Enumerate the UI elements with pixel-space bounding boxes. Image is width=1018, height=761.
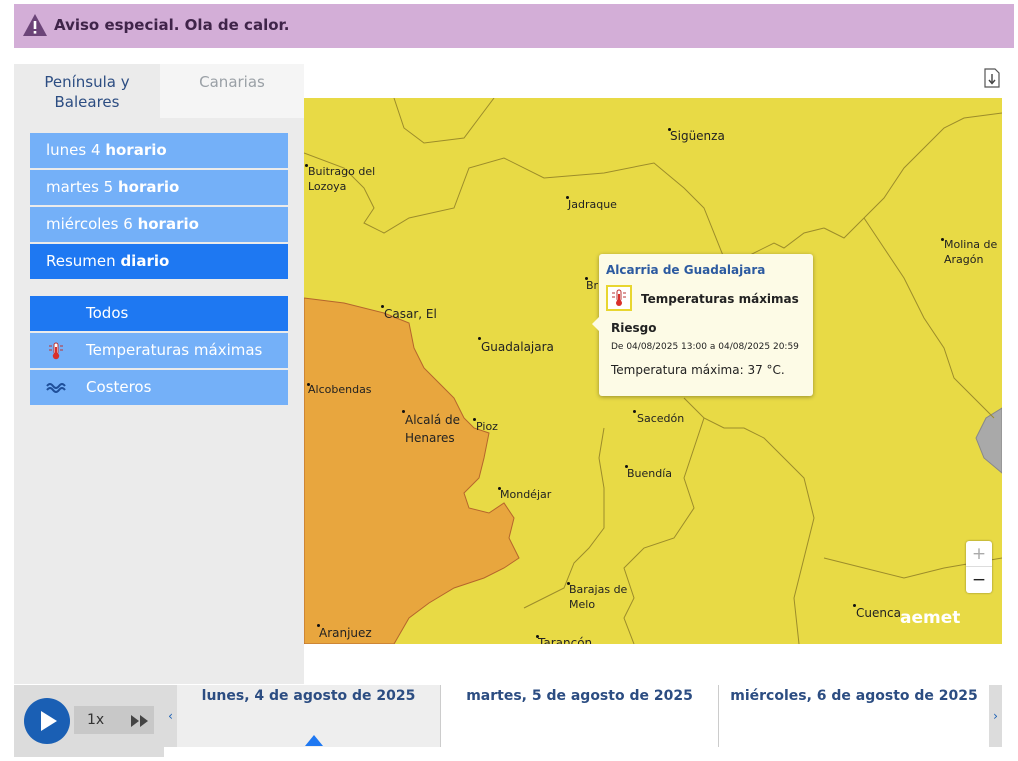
sidebar: Península y Baleares Canarias lunes 4 ho…	[14, 64, 304, 684]
town-cuenca: Cuenca	[856, 606, 901, 620]
town-tarancon: Tarancón	[538, 636, 593, 644]
filter-coastal-button[interactable]: Costeros	[30, 370, 288, 405]
town-sacedon: Sacedón	[637, 412, 685, 425]
tab-peninsula-baleares[interactable]: Península y Baleares	[14, 64, 160, 118]
town-alcala-line2: Henares	[405, 431, 455, 445]
special-warning-banner: Aviso especial. Ola de calor.	[14, 4, 1014, 48]
town-mondejar: Mondéjar	[500, 488, 552, 501]
filter-label: Todos	[86, 304, 129, 322]
period-monday-hourly-button[interactable]: lunes 4 horario	[30, 133, 288, 168]
zoom-out-button[interactable]: −	[966, 567, 992, 593]
town-aranjuez: Aranjuez	[319, 626, 372, 640]
warning-popup: Alcarria de Guadalajara Temperaturas máx…	[592, 254, 813, 396]
tab-label: Canarias	[199, 73, 265, 91]
timeline-day-wednesday[interactable]: miércoles, 6 de agosto de 2025	[719, 685, 989, 747]
zoom-in-button[interactable]: +	[966, 541, 992, 567]
warnings-map[interactable]: Sigüenza Buitrago del Lozoya Jadraque Mo…	[304, 98, 1002, 644]
town-barajas-line1: Barajas de	[569, 583, 628, 596]
day-timeline: ‹ lunes, 4 de agosto de 2025 martes, 5 d…	[164, 685, 1002, 747]
popup-description: Temperatura máxima: 37 °C.	[611, 363, 785, 377]
filter-label: Costeros	[86, 378, 152, 396]
period-day: Resumen	[46, 252, 116, 270]
tab-canarias[interactable]: Canarias	[160, 64, 304, 118]
play-button[interactable]	[24, 698, 70, 744]
period-mode: diario	[120, 252, 170, 270]
speed-control[interactable]: 1x	[74, 706, 154, 734]
period-tuesday-hourly-button[interactable]: martes 5 horario	[30, 170, 288, 205]
tab-label-line2: Baleares	[54, 93, 120, 111]
timeline-day-tuesday[interactable]: martes, 5 de agosto de 2025	[441, 685, 719, 747]
period-day: miércoles 6	[46, 215, 133, 233]
animation-player: 1x	[14, 685, 164, 757]
popup-phenomenon: Temperaturas máximas	[641, 292, 799, 306]
town-alcobendas: Alcobendas	[308, 383, 372, 396]
fast-forward-icon[interactable]	[130, 714, 150, 728]
zoom-controls: + −	[966, 541, 992, 593]
popup-dates: De 04/08/2025 13:00 a 04/08/2025 20:59	[611, 342, 799, 352]
speed-label: 1x	[87, 712, 105, 728]
timeline-prev-button[interactable]: ‹	[164, 685, 177, 747]
filter-max-temperature-button[interactable]: Temperaturas máximas	[30, 333, 288, 368]
period-mode: horario	[137, 215, 199, 233]
period-wednesday-hourly-button[interactable]: miércoles 6 horario	[30, 207, 288, 242]
day-label: lunes, 4 de agosto de 2025	[201, 688, 416, 704]
town-guadalajara: Guadalajara	[481, 340, 554, 354]
timeline-day-monday[interactable]: lunes, 4 de agosto de 2025	[177, 685, 441, 747]
download-icon[interactable]	[984, 68, 1000, 88]
town-alcala-line1: Alcalá de	[405, 413, 460, 427]
filter-label: Temperaturas máximas	[86, 341, 263, 359]
popup-phenomenon-badge	[606, 285, 632, 311]
period-day: martes 5	[46, 178, 114, 196]
banner-text: Aviso especial. Ola de calor.	[54, 16, 290, 34]
selected-day-caret	[305, 735, 323, 746]
period-mode: horario	[105, 141, 167, 159]
popup-pointer	[592, 317, 599, 331]
thermometer-icon	[612, 289, 626, 306]
filter-all-button[interactable]: Todos	[30, 296, 288, 331]
timeline-next-button[interactable]: ›	[989, 685, 1002, 747]
town-barajas-line2: Melo	[569, 598, 596, 611]
town-casar: Casar, El	[384, 307, 437, 321]
popup-risk: Riesgo	[611, 321, 657, 335]
town-molina-line2: Aragón	[944, 253, 984, 266]
town-jadraque: Jadraque	[568, 198, 617, 211]
day-label: miércoles, 6 de agosto de 2025	[730, 688, 978, 704]
town-siguenza: Sigüenza	[670, 129, 725, 143]
tab-label-line1: Península y	[44, 73, 130, 91]
warning-triangle-icon	[23, 14, 47, 36]
town-buitrago-line2: Lozoya	[308, 180, 347, 193]
town-buitrago-line1: Buitrago del	[308, 165, 376, 178]
period-mode: horario	[118, 178, 180, 196]
town-molina-line1: Molina de	[944, 238, 998, 251]
day-label: martes, 5 de agosto de 2025	[466, 688, 693, 704]
thermometer-icon	[49, 342, 63, 360]
town-buendia: Buendía	[627, 467, 673, 480]
aemet-logo: aemet	[900, 608, 961, 628]
popup-zone-title: Alcarria de Guadalajara	[606, 263, 766, 277]
period-daily-summary-button[interactable]: Resumen diario	[30, 244, 288, 279]
town-pioz: Pioz	[476, 420, 498, 433]
period-day: lunes 4	[46, 141, 101, 159]
waves-icon	[46, 383, 66, 393]
